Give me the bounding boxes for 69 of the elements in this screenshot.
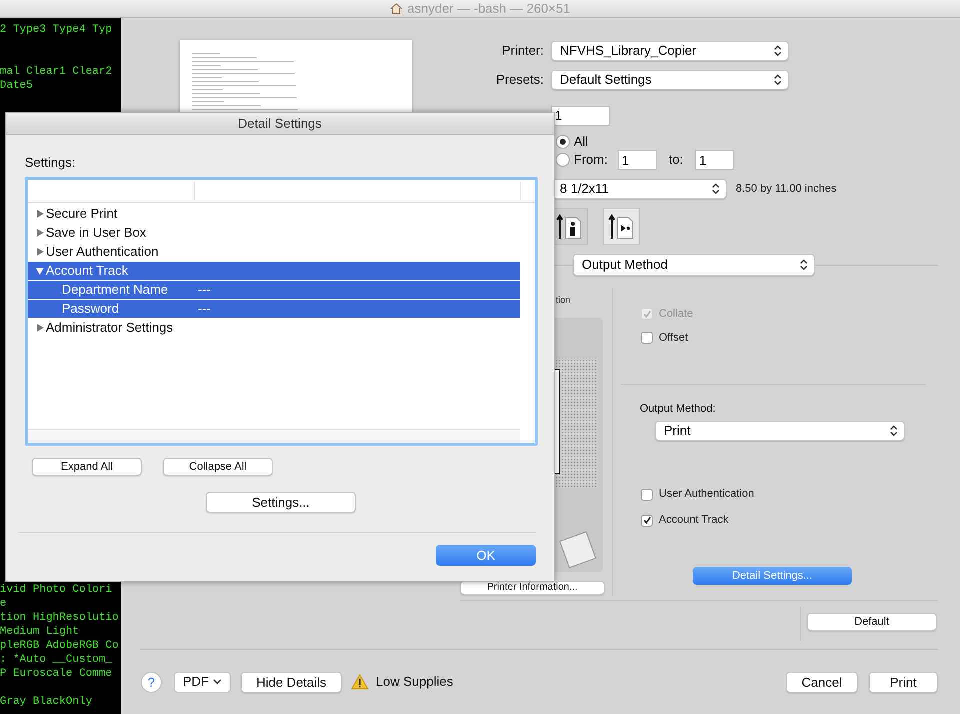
updown-chevron-icon xyxy=(890,424,898,436)
dialog-title: Detail Settings xyxy=(238,114,322,133)
checkbox-label: Offset xyxy=(659,330,688,346)
print-mode-select[interactable]: Print xyxy=(655,420,905,440)
tree-row[interactable]: Secure Print xyxy=(28,205,520,223)
terminal-line: e xyxy=(0,597,7,611)
terminal-line: ivid Photo Colori xyxy=(0,583,112,597)
settings-label: Settings: xyxy=(25,155,76,170)
collapse-all-button[interactable]: Collapse All xyxy=(163,458,273,476)
hide-details-button[interactable]: Hide Details xyxy=(241,672,342,692)
chevron-down-icon xyxy=(213,679,222,685)
terminal-line: mal Clear1 Clear2 xyxy=(0,65,112,79)
printer-information-button[interactable]: Printer Information... xyxy=(460,581,605,595)
section-select[interactable]: Output Method xyxy=(573,254,815,276)
radio-label: From: xyxy=(574,151,608,170)
from-page-field[interactable]: 1 xyxy=(618,150,657,170)
help-button[interactable]: ? xyxy=(141,672,162,692)
printer-select[interactable]: NFVHS_Library_Copier xyxy=(551,41,789,61)
terminal-line: 2 Type3 Type4 Typ xyxy=(0,23,112,37)
terminal-line: Date5 xyxy=(0,79,34,93)
paper-dimensions: 8.50 by 11.00 inches xyxy=(736,182,837,197)
tree-row[interactable]: Save in User Box xyxy=(28,224,520,242)
low-supplies-text: Low Supplies xyxy=(376,673,454,692)
checkbox[interactable] xyxy=(641,332,653,344)
arrow-page-icon xyxy=(608,212,636,240)
cancel-button[interactable]: Cancel xyxy=(786,672,858,692)
updown-chevron-icon xyxy=(774,74,782,86)
tree-row[interactable]: Administrator Settings xyxy=(28,319,520,337)
updown-chevron-icon xyxy=(800,259,808,271)
window-title: asnyder — -bash — 260×51 xyxy=(408,0,570,18)
triangle-down-icon[interactable] xyxy=(35,266,45,276)
terminal-line: : *Auto __Custom_ xyxy=(0,653,112,667)
print-button[interactable]: Print xyxy=(869,672,938,692)
terminal-line: tion HighResolutio xyxy=(0,611,119,625)
tree-row[interactable]: Account Track xyxy=(28,262,520,280)
tree-row[interactable]: User Authentication xyxy=(28,243,520,261)
pdf-menu-button[interactable]: PDF xyxy=(174,672,231,692)
field-label: Output Method: xyxy=(640,402,716,417)
settings-button[interactable]: Settings... xyxy=(206,492,356,513)
tree-row[interactable]: Password --- xyxy=(28,300,520,318)
checkbox-label: Account Track xyxy=(659,513,729,528)
default-button[interactable]: Default xyxy=(807,613,937,631)
triangle-right-icon[interactable] xyxy=(35,323,45,333)
terminal-line: P Euroscale Comme xyxy=(0,667,112,681)
tree-row[interactable]: Department Name --- xyxy=(28,281,520,299)
field-label: Printer: xyxy=(501,42,544,60)
terminal-line: Gray BlackOnly xyxy=(0,695,92,709)
arrow-page-person-icon xyxy=(556,212,584,240)
presets-select[interactable]: Default Settings xyxy=(551,70,789,90)
terminal-line: pleRGB AdobeRGB Co xyxy=(0,639,119,653)
home-icon xyxy=(390,2,403,14)
to-page-field[interactable]: 1 xyxy=(695,150,734,170)
radio-button[interactable] xyxy=(556,153,570,167)
checkbox-label: Collate xyxy=(659,306,694,322)
terminal-line: Medium Light xyxy=(0,625,80,639)
field-label: Presets: xyxy=(495,71,544,90)
checkbox[interactable] xyxy=(641,488,653,500)
radio-label: All xyxy=(574,133,588,152)
field-label: to: xyxy=(668,151,684,170)
updown-chevron-icon xyxy=(774,45,782,57)
warning-icon xyxy=(351,674,369,690)
expand-all-button[interactable]: Expand All xyxy=(32,458,142,476)
copies-field[interactable]: 1 xyxy=(551,106,610,126)
radio-button[interactable] xyxy=(556,135,570,149)
checkbox[interactable] xyxy=(641,514,653,526)
checkbox-label: User Authentication xyxy=(659,487,754,502)
preview-label: tion xyxy=(556,294,571,306)
orientation-button[interactable] xyxy=(603,208,640,245)
updown-chevron-icon xyxy=(712,183,720,195)
